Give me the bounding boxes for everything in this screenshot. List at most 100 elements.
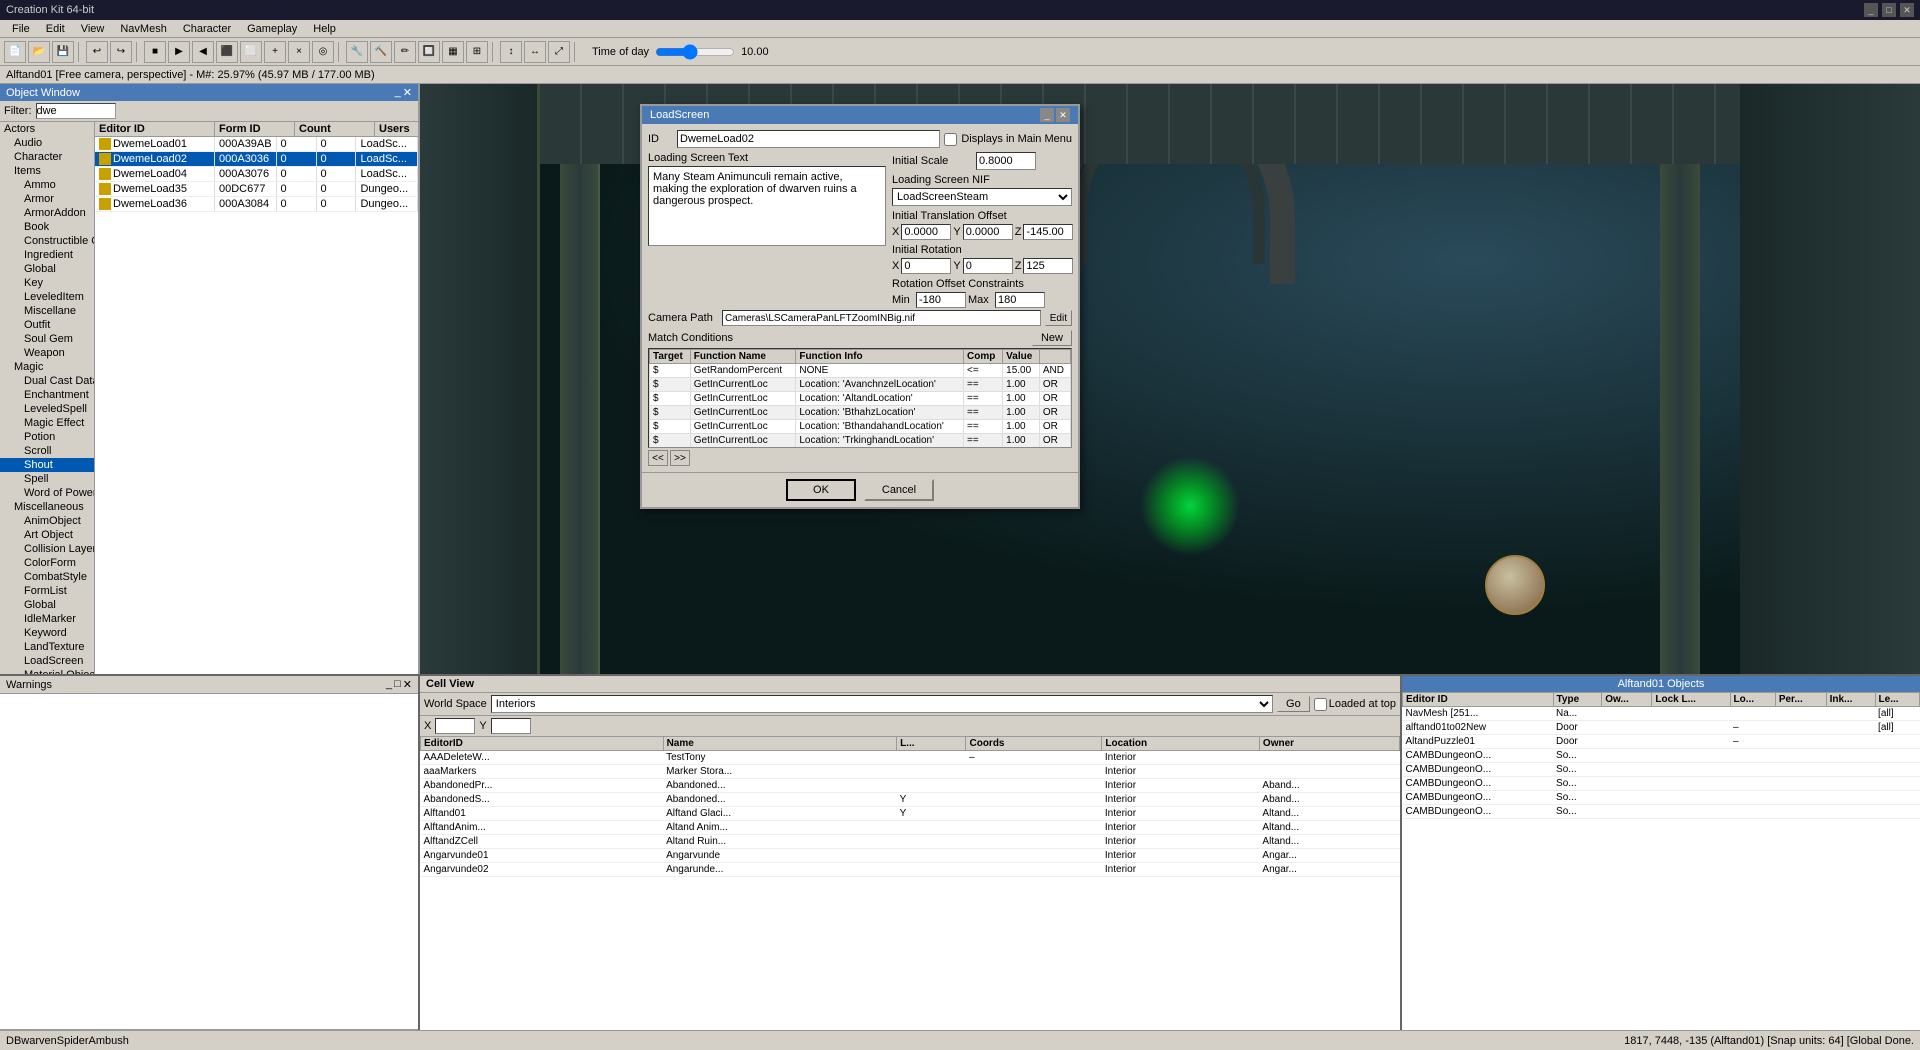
col-users[interactable]: Users (375, 122, 418, 136)
col-form-id[interactable]: Form ID (215, 122, 295, 136)
tool13[interactable]: ▦ (442, 41, 464, 63)
loaded-at-top-checkbox[interactable] (1314, 698, 1327, 711)
right-object-row[interactable]: CAMBDungeonO... So... (1403, 777, 1920, 791)
tool8[interactable]: ◎ (312, 41, 334, 63)
tree-item-shout[interactable]: Shout (0, 458, 94, 472)
menu-view[interactable]: View (73, 20, 113, 37)
warnings-minimize[interactable]: _ (386, 678, 392, 691)
cell-row[interactable]: Angarvunde02 Angarunde... Interior Angar… (421, 863, 1400, 877)
initial-scale-input[interactable] (976, 152, 1036, 170)
tree-item-book[interactable]: Book (0, 220, 94, 234)
list-item[interactable]: DwemeLoad01 000A39AB 0 0 LoadSc... (95, 137, 418, 152)
tree-item-leveleditem[interactable]: LeveledItem (0, 290, 94, 304)
tree-item-actors[interactable]: Actors (0, 122, 94, 136)
cam-path-input[interactable] (722, 310, 1041, 326)
ry-input[interactable] (963, 258, 1013, 274)
dialog-close[interactable]: ✕ (1056, 108, 1070, 122)
tool2[interactable]: ▶ (168, 41, 190, 63)
tree-item-armor[interactable]: Armor (0, 192, 94, 206)
ro-col-editorid[interactable]: Editor ID (1403, 693, 1554, 707)
cell-col-l[interactable]: L... (897, 737, 966, 751)
tree-item-potion[interactable]: Potion (0, 430, 94, 444)
viewport[interactable]: LoadScreen _ ✕ ID Displays in Main Menu (420, 84, 1920, 674)
right-object-row[interactable]: CAMBDungeonO... So... (1403, 763, 1920, 777)
tree-item-global2[interactable]: Global (0, 598, 94, 612)
cell-col-editorid[interactable]: EditorID (421, 737, 664, 751)
cell-col-location[interactable]: Location (1102, 737, 1260, 751)
tree-item-items[interactable]: Items (0, 164, 94, 178)
max-input[interactable] (995, 292, 1045, 308)
tool7[interactable]: × (288, 41, 310, 63)
tree-item-constructible[interactable]: Constructible Obje (0, 234, 94, 248)
undo-btn[interactable]: ↩ (86, 41, 108, 63)
tree-item-enchantment[interactable]: Enchantment (0, 388, 94, 402)
open-btn[interactable]: 📂 (28, 41, 50, 63)
list-item[interactable]: DwemeLoad36 000A3084 0 0 Dungeo... (95, 197, 418, 212)
redo-btn[interactable]: ↪ (110, 41, 132, 63)
cell-col-coords[interactable]: Coords (966, 737, 1102, 751)
ro-col-ow[interactable]: Ow... (1602, 693, 1652, 707)
cell-col-name[interactable]: Name (663, 737, 896, 751)
cell-row[interactable]: AlftandAnim... Altand Anim... Interior A… (421, 821, 1400, 835)
tree-item-spell[interactable]: Spell (0, 472, 94, 486)
close-btn[interactable]: ✕ (1900, 3, 1914, 17)
right-object-row[interactable]: alftand01to02New Door – [all] (1403, 721, 1920, 735)
tree-item-armoraddon[interactable]: ArmorAddon (0, 206, 94, 220)
ro-col-le[interactable]: Le... (1875, 693, 1919, 707)
tree-item-audio[interactable]: Audio (0, 136, 94, 150)
new-condition-btn[interactable]: New (1032, 330, 1072, 346)
cell-row[interactable]: AbandonedPr... Abandoned... Interior Aba… (421, 779, 1400, 793)
match-row[interactable]: $ GetInCurrentLoc Location: 'AvanchnzelL… (650, 378, 1071, 392)
ro-col-ink[interactable]: Ink... (1826, 693, 1875, 707)
menu-help[interactable]: Help (305, 20, 344, 37)
tree-item-landtexture[interactable]: LandTexture (0, 640, 94, 654)
tree-item-artobject[interactable]: Art Object (0, 528, 94, 542)
tool16[interactable]: ↔ (524, 41, 546, 63)
ok-btn[interactable]: OK (786, 479, 856, 501)
tree-item-idlemarker[interactable]: IdleMarker (0, 612, 94, 626)
list-item[interactable]: DwemeLoad35 00DC677 0 0 Dungeo... (95, 182, 418, 197)
cell-row[interactable]: Angarvunde01 Angarvunde Interior Angar..… (421, 849, 1400, 863)
tree-item-miscellane[interactable]: Miscellane (0, 304, 94, 318)
filter-input[interactable] (36, 103, 116, 119)
cell-x-input[interactable] (435, 718, 475, 734)
tree-item-ingredient[interactable]: Ingredient (0, 248, 94, 262)
tree-item-magic[interactable]: Magic (0, 360, 94, 374)
tool11[interactable]: ✏ (394, 41, 416, 63)
tool9[interactable]: 🔧 (346, 41, 368, 63)
tree-item-weapon[interactable]: Weapon (0, 346, 94, 360)
ro-col-per[interactable]: Per... (1775, 693, 1826, 707)
id-input[interactable] (677, 130, 940, 148)
obj-win-close[interactable]: ✕ (403, 86, 412, 99)
warnings-close[interactable]: ✕ (403, 678, 412, 691)
match-row[interactable]: $ GetInCurrentLoc Location: 'AltandLocat… (650, 392, 1071, 406)
match-row[interactable]: $ GetRandomPercent NONE <= 15.00 AND (650, 364, 1071, 378)
save-btn[interactable]: 💾 (52, 41, 74, 63)
right-object-row[interactable]: CAMBDungeonO... So... (1403, 805, 1920, 819)
tree-item-dualcast[interactable]: Dual Cast Data (0, 374, 94, 388)
nif-select[interactable]: LoadScreenSteam (892, 188, 1072, 206)
tree-item-magiceffect[interactable]: Magic Effect (0, 416, 94, 430)
cell-row[interactable]: Alftand01 Alftand Glaci... Y Interior Al… (421, 807, 1400, 821)
warnings-maximize[interactable]: □ (394, 678, 401, 691)
match-row[interactable]: $ GetInCurrentLoc Location: 'BthahzLocat… (650, 406, 1071, 420)
tree-item-combatstyle[interactable]: CombatStyle (0, 570, 94, 584)
ro-col-lockl[interactable]: Lock L... (1652, 693, 1730, 707)
tree-item-formlist[interactable]: FormList (0, 584, 94, 598)
tree-item-character[interactable]: Character (0, 150, 94, 164)
cam-path-edit-btn[interactable]: Edit (1045, 310, 1072, 326)
right-object-row[interactable]: CAMBDungeonO... So... (1403, 791, 1920, 805)
tree-item-colorform[interactable]: ColorForm (0, 556, 94, 570)
nav-next-btn[interactable]: >> (670, 450, 690, 466)
list-item[interactable]: DwemeLoad02 000A3036 0 0 LoadSc... (95, 152, 418, 167)
ro-col-type[interactable]: Type (1553, 693, 1602, 707)
menu-edit[interactable]: Edit (38, 20, 73, 37)
tool6[interactable]: + (264, 41, 286, 63)
col-editor-id[interactable]: Editor ID (95, 122, 215, 136)
col-count[interactable]: Count (295, 122, 375, 136)
rz-input[interactable] (1023, 258, 1073, 274)
tool14[interactable]: ⊞ (466, 41, 488, 63)
nav-prev-btn[interactable]: << (648, 450, 668, 466)
cell-row[interactable]: AAADeleteW... TestTony – Interior (421, 751, 1400, 765)
rx-input[interactable] (901, 258, 951, 274)
